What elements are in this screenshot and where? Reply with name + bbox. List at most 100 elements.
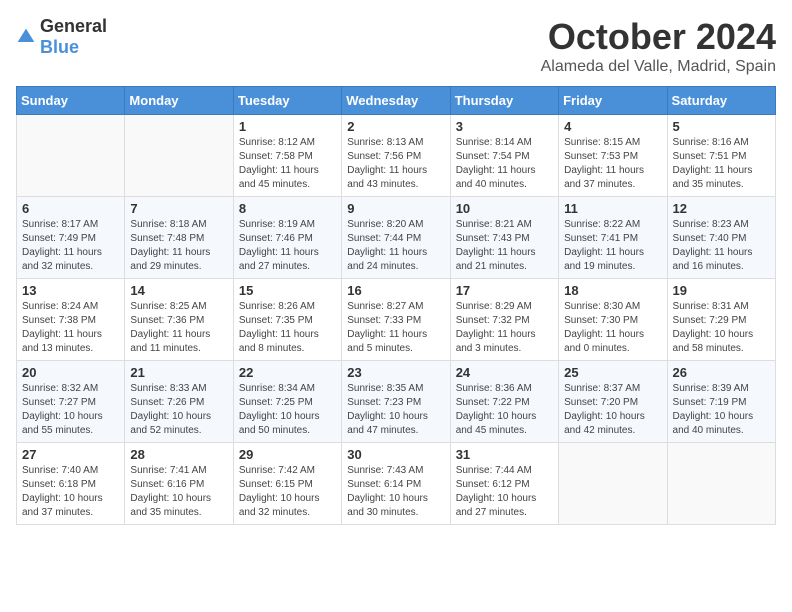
- day-detail: Sunrise: 8:29 AM Sunset: 7:32 PM Dayligh…: [456, 300, 553, 356]
- day-number: 6: [22, 201, 119, 216]
- day-number: 7: [130, 201, 227, 216]
- calendar-cell: 13 Sunrise: 8:24 AM Sunset: 7:38 PM Dayli…: [17, 279, 125, 361]
- day-number: 13: [22, 283, 119, 298]
- calendar-cell: 19Sunrise: 8:31 AM Sunset: 7:29 PM Dayli…: [667, 279, 775, 361]
- logo-text: General Blue: [40, 16, 107, 58]
- calendar-cell: 2Sunrise: 8:13 AM Sunset: 7:56 PM Daylig…: [342, 115, 450, 197]
- calendar-week-row: 13 Sunrise: 8:24 AM Sunset: 7:38 PM Dayli…: [17, 279, 776, 361]
- calendar-cell: 27Sunrise: 7:40 AM Sunset: 6:18 PM Dayli…: [17, 443, 125, 525]
- day-number: 20: [22, 365, 119, 380]
- day-detail: Sunrise: 8:20 AM Sunset: 7:44 PM Dayligh…: [347, 218, 444, 274]
- calendar-cell: [559, 443, 667, 525]
- day-detail: Sunrise: 7:40 AM Sunset: 6:18 PM Dayligh…: [22, 464, 119, 520]
- day-number: 4: [564, 119, 661, 134]
- day-detail: Sunrise: 8:19 AM Sunset: 7:46 PM Dayligh…: [239, 218, 336, 274]
- day-detail: Sunrise: 8:15 AM Sunset: 7:53 PM Dayligh…: [564, 136, 661, 192]
- calendar-cell: 8 Sunrise: 8:19 AM Sunset: 7:46 PM Daylig…: [233, 197, 341, 279]
- calendar-cell: 24 Sunrise: 8:36 AM Sunset: 7:22 PM Dayli…: [450, 361, 558, 443]
- calendar-cell: 3Sunrise: 8:14 AM Sunset: 7:54 PM Daylig…: [450, 115, 558, 197]
- col-wednesday: Wednesday: [342, 87, 450, 115]
- day-detail: Sunrise: 7:42 AM Sunset: 6:15 PM Dayligh…: [239, 464, 336, 520]
- calendar-cell: 26 Sunrise: 8:39 AM Sunset: 7:19 PM Dayli…: [667, 361, 775, 443]
- day-detail: Sunrise: 8:30 AM Sunset: 7:30 PM Dayligh…: [564, 300, 661, 356]
- calendar-week-row: 6 Sunrise: 8:17 AM Sunset: 7:49 PM Daylig…: [17, 197, 776, 279]
- calendar-cell: [125, 115, 233, 197]
- day-number: 31: [456, 447, 553, 462]
- day-detail: Sunrise: 8:14 AM Sunset: 7:54 PM Dayligh…: [456, 136, 553, 192]
- calendar-week-row: 20 Sunrise: 8:32 AM Sunset: 7:27 PM Dayli…: [17, 361, 776, 443]
- day-detail: Sunrise: 7:43 AM Sunset: 6:14 PM Dayligh…: [347, 464, 444, 520]
- calendar-cell: 4 Sunrise: 8:15 AM Sunset: 7:53 PM Daylig…: [559, 115, 667, 197]
- col-tuesday: Tuesday: [233, 87, 341, 115]
- day-number: 24: [456, 365, 553, 380]
- location-title: Alameda del Valle, Madrid, Spain: [541, 58, 776, 76]
- day-detail: Sunrise: 8:24 AM Sunset: 7:38 PM Dayligh…: [22, 300, 119, 356]
- col-monday: Monday: [125, 87, 233, 115]
- calendar-cell: 6 Sunrise: 8:17 AM Sunset: 7:49 PM Daylig…: [17, 197, 125, 279]
- day-number: 12: [673, 201, 770, 216]
- day-number: 19: [673, 283, 770, 298]
- page-header: General Blue October 2024 Alameda del Va…: [16, 16, 776, 76]
- calendar-cell: 1 Sunrise: 8:12 AM Sunset: 7:58 PM Daylig…: [233, 115, 341, 197]
- month-title: October 2024: [541, 16, 776, 58]
- day-detail: Sunrise: 8:34 AM Sunset: 7:25 PM Dayligh…: [239, 382, 336, 438]
- calendar-week-row: 1 Sunrise: 8:12 AM Sunset: 7:58 PM Daylig…: [17, 115, 776, 197]
- calendar-cell: 28 Sunrise: 7:41 AM Sunset: 6:16 PM Dayli…: [125, 443, 233, 525]
- day-number: 18: [564, 283, 661, 298]
- calendar-cell: 16 Sunrise: 8:27 AM Sunset: 7:33 PM Dayli…: [342, 279, 450, 361]
- calendar-cell: [667, 443, 775, 525]
- day-detail: Sunrise: 8:36 AM Sunset: 7:22 PM Dayligh…: [456, 382, 553, 438]
- day-number: 21: [130, 365, 227, 380]
- calendar-cell: 25 Sunrise: 8:37 AM Sunset: 7:20 PM Dayli…: [559, 361, 667, 443]
- calendar-cell: 21 Sunrise: 8:33 AM Sunset: 7:26 PM Dayli…: [125, 361, 233, 443]
- day-number: 14: [130, 283, 227, 298]
- col-saturday: Saturday: [667, 87, 775, 115]
- title-block: October 2024 Alameda del Valle, Madrid, …: [541, 16, 776, 76]
- day-detail: Sunrise: 8:17 AM Sunset: 7:49 PM Dayligh…: [22, 218, 119, 274]
- calendar-cell: 9 Sunrise: 8:20 AM Sunset: 7:44 PM Daylig…: [342, 197, 450, 279]
- calendar-cell: [17, 115, 125, 197]
- logo: General Blue: [16, 16, 107, 58]
- day-number: 23: [347, 365, 444, 380]
- calendar-cell: 14 Sunrise: 8:25 AM Sunset: 7:36 PM Dayli…: [125, 279, 233, 361]
- day-detail: Sunrise: 8:27 AM Sunset: 7:33 PM Dayligh…: [347, 300, 444, 356]
- day-number: 11: [564, 201, 661, 216]
- calendar-table: Sunday Monday Tuesday Wednesday Thursday…: [16, 86, 776, 525]
- day-number: 29: [239, 447, 336, 462]
- calendar-cell: 5Sunrise: 8:16 AM Sunset: 7:51 PM Daylig…: [667, 115, 775, 197]
- day-detail: Sunrise: 8:23 AM Sunset: 7:40 PM Dayligh…: [673, 218, 770, 274]
- day-number: 8: [239, 201, 336, 216]
- day-detail: Sunrise: 8:35 AM Sunset: 7:23 PM Dayligh…: [347, 382, 444, 438]
- calendar-cell: 11 Sunrise: 8:22 AM Sunset: 7:41 PM Dayli…: [559, 197, 667, 279]
- day-number: 28: [130, 447, 227, 462]
- day-detail: Sunrise: 8:39 AM Sunset: 7:19 PM Dayligh…: [673, 382, 770, 438]
- day-number: 1: [239, 119, 336, 134]
- day-number: 9: [347, 201, 444, 216]
- day-detail: Sunrise: 8:26 AM Sunset: 7:35 PM Dayligh…: [239, 300, 336, 356]
- day-detail: Sunrise: 7:44 AM Sunset: 6:12 PM Dayligh…: [456, 464, 553, 520]
- calendar-cell: 12 Sunrise: 8:23 AM Sunset: 7:40 PM Dayli…: [667, 197, 775, 279]
- day-detail: Sunrise: 7:41 AM Sunset: 6:16 PM Dayligh…: [130, 464, 227, 520]
- calendar-cell: 29 Sunrise: 7:42 AM Sunset: 6:15 PM Dayli…: [233, 443, 341, 525]
- calendar-cell: 18 Sunrise: 8:30 AM Sunset: 7:30 PM Dayli…: [559, 279, 667, 361]
- day-detail: Sunrise: 8:32 AM Sunset: 7:27 PM Dayligh…: [22, 382, 119, 438]
- logo-icon: [16, 27, 36, 47]
- calendar-cell: 17 Sunrise: 8:29 AM Sunset: 7:32 PM Dayli…: [450, 279, 558, 361]
- col-sunday: Sunday: [17, 87, 125, 115]
- day-detail: Sunrise: 8:12 AM Sunset: 7:58 PM Dayligh…: [239, 136, 336, 192]
- calendar-cell: 31 Sunrise: 7:44 AM Sunset: 6:12 PM Dayli…: [450, 443, 558, 525]
- day-number: 26: [673, 365, 770, 380]
- calendar-week-row: 27Sunrise: 7:40 AM Sunset: 6:18 PM Dayli…: [17, 443, 776, 525]
- day-number: 2: [347, 119, 444, 134]
- calendar-cell: 22Sunrise: 8:34 AM Sunset: 7:25 PM Dayli…: [233, 361, 341, 443]
- day-number: 16: [347, 283, 444, 298]
- day-number: 25: [564, 365, 661, 380]
- day-detail: Sunrise: 8:16 AM Sunset: 7:51 PM Dayligh…: [673, 136, 770, 192]
- day-detail: Sunrise: 8:33 AM Sunset: 7:26 PM Dayligh…: [130, 382, 227, 438]
- day-detail: Sunrise: 8:25 AM Sunset: 7:36 PM Dayligh…: [130, 300, 227, 356]
- day-detail: Sunrise: 8:22 AM Sunset: 7:41 PM Dayligh…: [564, 218, 661, 274]
- col-friday: Friday: [559, 87, 667, 115]
- day-detail: Sunrise: 8:37 AM Sunset: 7:20 PM Dayligh…: [564, 382, 661, 438]
- day-number: 17: [456, 283, 553, 298]
- day-number: 15: [239, 283, 336, 298]
